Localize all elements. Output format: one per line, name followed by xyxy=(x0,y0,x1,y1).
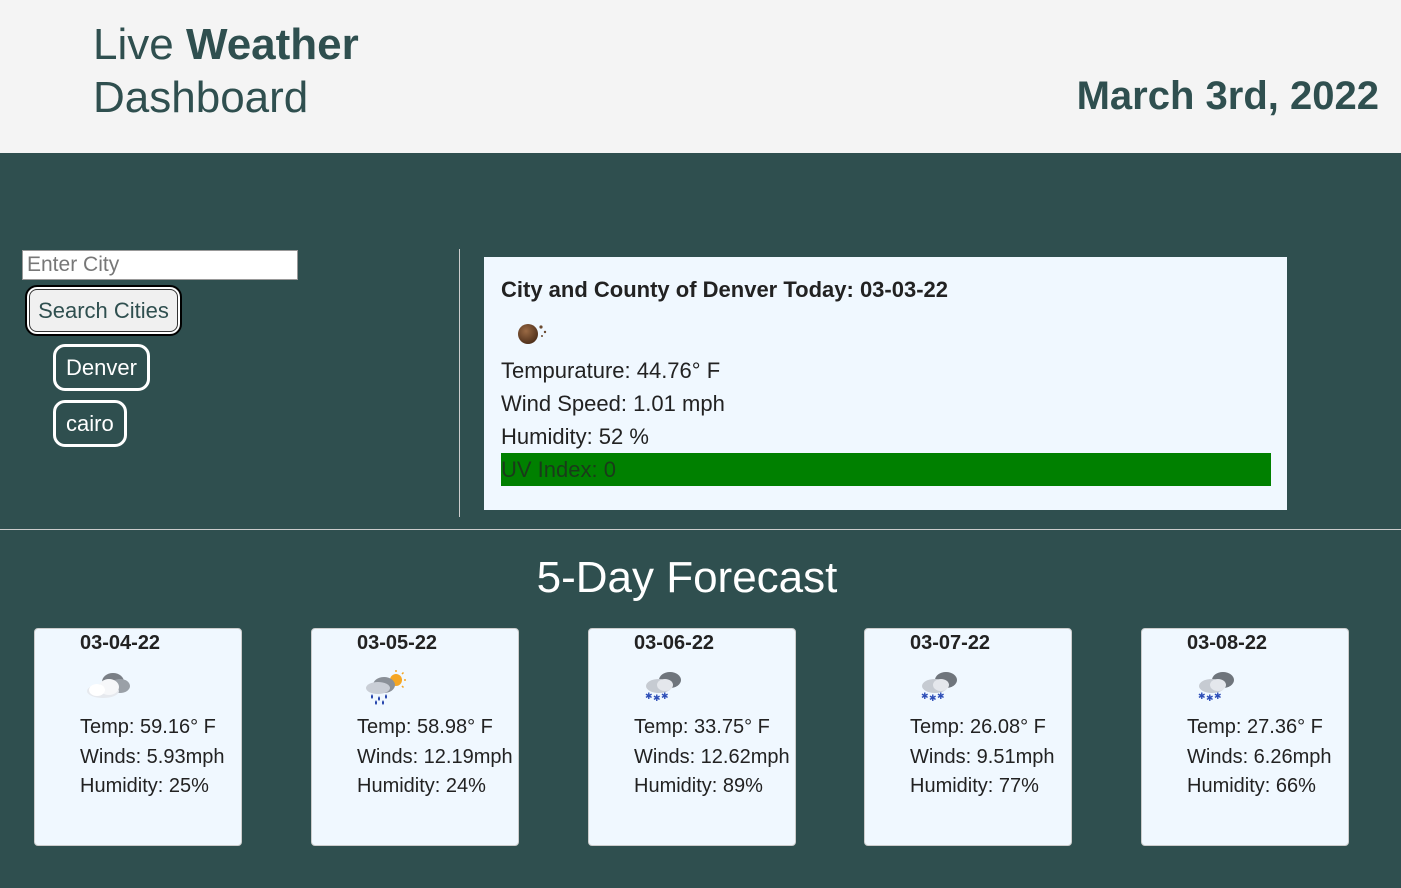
forecast-title: 5-Day Forecast xyxy=(536,553,838,602)
brand-light: Live xyxy=(93,20,174,69)
forecast-temp: Temp: 26.08° F xyxy=(910,716,1046,738)
forecast-wind: Winds: 12.19mph xyxy=(357,746,513,768)
forecast-card: 03-07-22 ✱ ✱ ✱ Temp: 26.08° F Winds: 9.51m… xyxy=(864,628,1072,846)
forecast-card: 03-05-22 Temp: 58.98° F Winds: 12.19mph … xyxy=(311,628,519,846)
brand-bold: Weather xyxy=(185,20,359,69)
forecast-temp: Temp: 27.36° F xyxy=(1187,716,1323,738)
brand-line2: Dashboard xyxy=(93,73,309,122)
today-wind: Wind Speed: 1.01 mph xyxy=(501,391,725,416)
snow-icon: ✱ ✱ ✱ xyxy=(921,672,957,704)
forecast-humidity: Humidity: 77% xyxy=(910,775,1039,797)
svg-text:✱: ✱ xyxy=(645,692,653,702)
forecast-wind: Winds: 6.26mph xyxy=(1187,746,1332,768)
current-date: March 3rd, 2022 xyxy=(1076,74,1379,118)
today-humidity: Humidity: 52 % xyxy=(501,424,649,449)
svg-text:✱: ✱ xyxy=(661,692,669,702)
history-city-button[interactable]: cairo xyxy=(53,400,127,447)
forecast-temp: Temp: 58.98° F xyxy=(357,716,493,738)
cloudy-icon xyxy=(87,673,130,698)
forecast-card: 03-06-22 ✱ ✱ ✱ Temp: 33.75° F Winds: 12.62… xyxy=(588,628,796,846)
snow-icon: ✱ ✱ ✱ xyxy=(1198,672,1234,704)
search-cities-button[interactable]: Search Cities xyxy=(25,285,182,336)
svg-text:✱: ✱ xyxy=(1198,692,1206,702)
clear-night-icon xyxy=(518,324,547,344)
uv-index-badge: UV Index: 0 xyxy=(501,453,1271,486)
svg-text:✱: ✱ xyxy=(1206,694,1214,704)
forecast-humidity: Humidity: 66% xyxy=(1187,775,1316,797)
forecast-card: 03-08-22 ✱ ✱ ✱ Temp: 27.36° F Winds: 6.26m… xyxy=(1141,628,1349,846)
page-header: Live Weather Dashboard March 3rd, 2022 xyxy=(0,0,1401,153)
forecast-date: 03-05-22 xyxy=(357,632,438,654)
forecast-humidity: Humidity: 25% xyxy=(80,775,209,797)
vertical-divider xyxy=(459,249,460,517)
snow-icon: ✱ ✱ ✱ xyxy=(645,672,681,704)
forecast-humidity: Humidity: 89% xyxy=(634,775,763,797)
city-search-input[interactable] xyxy=(22,250,298,280)
forecast-wind: Winds: 9.51mph xyxy=(910,746,1055,768)
forecast-temp: Temp: 59.16° F xyxy=(80,716,216,738)
forecast-wind: Winds: 12.62mph xyxy=(634,746,790,768)
history-city-button[interactable]: Denver xyxy=(53,344,150,391)
svg-text:✱: ✱ xyxy=(1214,692,1222,702)
svg-text:✱: ✱ xyxy=(929,694,937,704)
today-title: City and County of Denver Today: 03-03-2… xyxy=(501,277,949,302)
forecast-humidity: Humidity: 24% xyxy=(357,775,486,797)
today-temperature: Tempurature: 44.76° F xyxy=(501,358,721,383)
forecast-date: 03-07-22 xyxy=(910,632,991,654)
today-weather-card: City and County of Denver Today: 03-03-2… xyxy=(484,257,1287,510)
svg-text:✱: ✱ xyxy=(937,692,945,702)
forecast-date: 03-04-22 xyxy=(80,632,161,654)
forecast-date: 03-08-22 xyxy=(1187,632,1268,654)
forecast-wind: Winds: 5.93mph xyxy=(80,746,225,768)
forecast-date: 03-06-22 xyxy=(634,632,715,654)
app-title: Live Weather Dashboard xyxy=(93,18,359,124)
svg-text:✱: ✱ xyxy=(921,692,929,702)
svg-text:✱: ✱ xyxy=(653,694,661,704)
forecast-temp: Temp: 33.75° F xyxy=(634,716,770,738)
forecast-card: 03-04-22 Temp: 59.16° F Winds: 5.93mph H… xyxy=(34,628,242,846)
sun-rain-icon xyxy=(366,670,406,705)
horizontal-divider xyxy=(0,529,1401,530)
